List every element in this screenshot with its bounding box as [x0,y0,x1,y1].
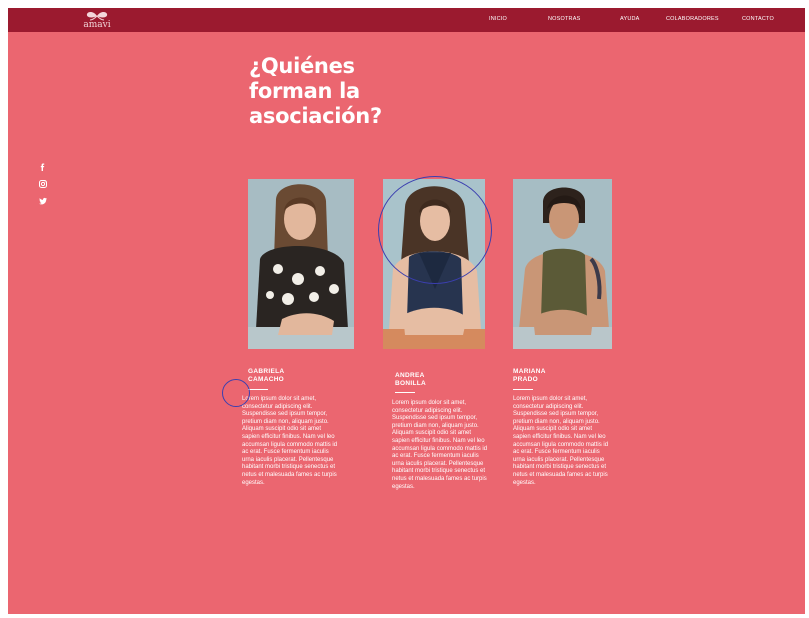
annotation-circle [222,379,250,407]
annotation-circle [378,176,492,284]
instagram-icon[interactable] [38,179,48,189]
member-divider [248,389,268,390]
title-line-2: forman la [249,79,360,103]
nav-colaboradores[interactable]: COLABORADORES [666,16,719,22]
member-bio-mariana: Lorem ipsum dolor sit amet, consectetur … [513,396,609,486]
member-bio-andrea: Lorem ipsum dolor sit amet, consectetur … [392,400,488,490]
page: amavi INICIO NOSOTRAS AYUDA COLABORADORE… [8,8,805,614]
member-name-mariana: MARIANA PRADO [513,368,546,383]
member-photo-gabriela [248,179,354,349]
nav-inicio[interactable]: INICIO [489,16,507,22]
member-last-name: PRADO [513,375,538,383]
member-photo-mariana [513,179,612,349]
member-last-name: CAMACHO [248,375,285,383]
page-title: ¿Quiénes forman la asociación? [249,54,449,129]
brand-logo[interactable]: amavi [80,11,114,31]
member-first-name: ANDREA [395,372,425,379]
member-first-name: GABRIELA [248,368,285,375]
header-bar: amavi INICIO NOSOTRAS AYUDA COLABORADORE… [8,8,805,32]
brand-name: amavi [83,20,111,30]
title-line-3: asociación? [249,104,382,128]
member-divider [395,392,415,393]
member-last-name: BONILLA [395,379,426,387]
member-name-andrea: ANDREA BONILLA [395,372,426,387]
member-divider [513,389,533,390]
member-bio-gabriela: Lorem ipsum dolor sit amet, consectetur … [242,396,338,486]
facebook-icon[interactable] [38,162,48,172]
member-name-gabriela: GABRIELA CAMACHO [248,368,284,383]
member-first-name: MARIANA [513,368,546,375]
nav-nosotras[interactable]: NOSOTRAS [548,16,580,22]
twitter-icon[interactable] [38,196,48,206]
nav-ayuda[interactable]: AYUDA [620,16,640,22]
nav-contacto[interactable]: CONTACTO [742,16,774,22]
title-line-1: ¿Quiénes [249,54,355,78]
